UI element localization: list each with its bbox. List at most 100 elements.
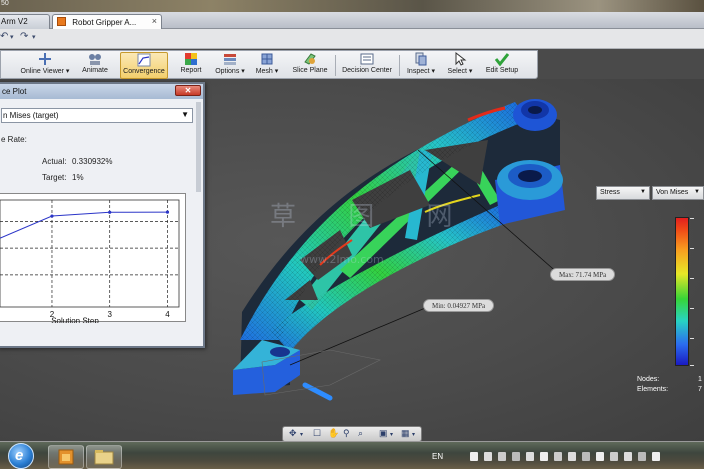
data-point bbox=[165, 210, 170, 214]
online-viewer-icon bbox=[39, 53, 51, 65]
select-button[interactable]: Select ▾ bbox=[445, 52, 475, 79]
result-select[interactable]: n Mises (target) ▼ bbox=[1, 108, 193, 123]
inspect-icon bbox=[415, 52, 427, 66]
grid-icon[interactable]: ▦ bbox=[401, 428, 410, 439]
x-tick-label: 4 bbox=[165, 310, 170, 319]
internet-explorer-icon: e bbox=[15, 447, 24, 464]
dialog-scrollbar[interactable] bbox=[196, 102, 201, 192]
chevron-down-icon: ▼ bbox=[181, 110, 189, 119]
chevron-down-icon[interactable]: ▾ bbox=[32, 33, 36, 41]
tab-robot-gripper[interactable]: Robot Gripper A... × bbox=[52, 14, 162, 29]
zoom-window-icon[interactable]: ⌕ bbox=[358, 428, 363, 439]
target-value: 1% bbox=[72, 173, 84, 182]
folder-icon bbox=[94, 450, 114, 465]
report-button[interactable]: Report bbox=[177, 52, 205, 79]
max-stress-callout[interactable]: Max: 71.74 MPa bbox=[550, 268, 616, 281]
chevron-down-icon: ▼ bbox=[640, 189, 646, 195]
start-button[interactable]: e bbox=[8, 443, 34, 469]
tab-label: Robot Gripper A... bbox=[72, 18, 137, 27]
redo-icon[interactable]: ↷ bbox=[20, 31, 28, 42]
tab-label: Arm V2 bbox=[1, 17, 28, 26]
decision-center-button[interactable]: Decision Center bbox=[341, 52, 393, 79]
window-title-fragment: 50 bbox=[1, 0, 9, 7]
tray-icon bbox=[526, 452, 534, 461]
pan-icon[interactable]: ☐ bbox=[313, 428, 321, 439]
steering-wheel-icon[interactable]: ✥ bbox=[289, 428, 297, 439]
animate-icon bbox=[89, 54, 101, 65]
close-button[interactable]: ✕ bbox=[175, 85, 201, 96]
document-icon bbox=[57, 17, 66, 26]
tray-icon bbox=[484, 452, 492, 461]
tray-icon bbox=[596, 452, 604, 461]
undo-icon[interactable]: ↶ bbox=[0, 31, 8, 42]
slice-plane-button[interactable]: Slice Plane bbox=[291, 52, 329, 79]
navigation-bar: ✥ ▾ ☐ ✋ ⚲ ⌕ ▣ ▾ ▦ ▾ bbox=[282, 426, 422, 442]
legend-tick bbox=[690, 365, 694, 366]
actual-value: 0.330932% bbox=[72, 157, 113, 166]
options-icon bbox=[224, 54, 236, 65]
taskbar: e EN bbox=[0, 441, 704, 469]
elements-label: Elements: bbox=[637, 386, 669, 393]
legend-tick bbox=[690, 278, 694, 279]
taskbar-app-inventor[interactable] bbox=[48, 445, 84, 469]
convergence-plot-dialog: ce Plot ✕ n Mises (target) ▼ e Rate: Act… bbox=[0, 82, 205, 348]
orbit-icon[interactable]: ✋ bbox=[328, 428, 339, 439]
stress-type-value: Von Mises bbox=[656, 189, 689, 196]
watermark: 草 图 网 bbox=[270, 202, 475, 232]
convergence-button[interactable]: Convergence bbox=[120, 52, 168, 79]
options-button[interactable]: Options ▾ bbox=[213, 52, 247, 79]
data-point bbox=[50, 214, 54, 218]
plot-frame bbox=[0, 199, 180, 308]
tray-icon bbox=[610, 452, 618, 461]
animate-button[interactable]: Animate bbox=[79, 52, 111, 79]
chevron-down-icon[interactable]: ▾ bbox=[390, 431, 393, 438]
tray-icon bbox=[638, 452, 646, 461]
result-select-value: n Mises (target) bbox=[3, 111, 59, 120]
chevron-down-icon[interactable]: ▾ bbox=[412, 431, 415, 438]
display-mode-icon[interactable]: ▣ bbox=[379, 428, 388, 439]
tray-icon bbox=[470, 452, 478, 461]
chevron-down-icon: ▼ bbox=[694, 189, 700, 195]
decision-center-icon bbox=[360, 53, 374, 65]
edit-setup-button[interactable]: Edit Setup bbox=[482, 52, 522, 79]
convergence-icon bbox=[137, 53, 151, 67]
tray-icon bbox=[554, 452, 562, 461]
mesh-icon bbox=[261, 53, 273, 65]
stress-color-legend bbox=[675, 217, 689, 366]
convergence-rate-label: e Rate: bbox=[1, 135, 27, 144]
online-viewer-button[interactable]: Online Viewer ▾ bbox=[17, 52, 73, 79]
document-tab-bar: Arm V2 Robot Gripper A... × bbox=[0, 12, 704, 29]
chevron-down-icon[interactable]: ▾ bbox=[300, 431, 303, 438]
zoom-icon[interactable]: ⚲ bbox=[343, 428, 350, 439]
language-indicator[interactable]: EN bbox=[432, 452, 443, 461]
taskbar-app-explorer[interactable] bbox=[86, 445, 122, 469]
system-tray-icons[interactable] bbox=[470, 450, 670, 464]
tray-icon bbox=[512, 452, 520, 461]
tray-icon bbox=[652, 452, 660, 461]
legend-tick bbox=[690, 338, 694, 339]
close-icon[interactable]: × bbox=[152, 16, 157, 26]
report-icon bbox=[185, 53, 197, 65]
target-label: Target: bbox=[42, 173, 67, 182]
tab-arm-v2[interactable]: Arm V2 bbox=[0, 14, 50, 29]
mesh-button[interactable]: Mesh ▾ bbox=[253, 52, 281, 79]
cursor-arrow-icon bbox=[455, 52, 467, 66]
tray-icon bbox=[624, 452, 632, 461]
window-top-strip: 50 bbox=[0, 0, 704, 12]
chevron-down-icon[interactable]: ▾ bbox=[10, 33, 14, 41]
tray-icon bbox=[540, 452, 548, 461]
legend-tick bbox=[690, 218, 694, 219]
data-point bbox=[108, 210, 112, 214]
x-tick-label: 3 bbox=[107, 310, 112, 319]
min-stress-callout[interactable]: Min: 0.04927 MPa bbox=[423, 299, 495, 312]
x-axis-label: Solution Step bbox=[51, 317, 99, 324]
inspect-button[interactable]: Inspect ▾ bbox=[404, 52, 438, 79]
elements-value: 7 bbox=[698, 386, 702, 393]
dialog-title: ce Plot bbox=[0, 84, 203, 99]
convergence-chart-svg: 2 3 4Solution Step bbox=[0, 199, 180, 324]
checkmark-icon bbox=[495, 53, 509, 66]
ribbon-separator bbox=[399, 55, 400, 76]
stress-component-select[interactable]: Stress ▼ bbox=[596, 186, 650, 200]
legend-tick bbox=[690, 308, 694, 309]
stress-type-select[interactable]: Von Mises ▼ bbox=[652, 186, 704, 200]
